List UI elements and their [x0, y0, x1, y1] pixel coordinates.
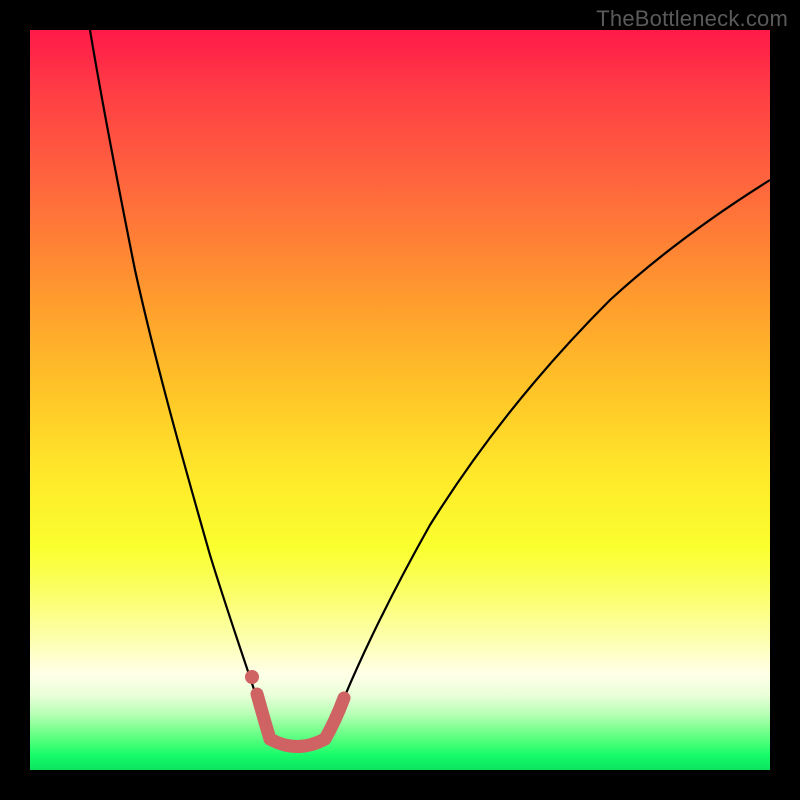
- plot-frame: [30, 30, 770, 770]
- highlight-group: [245, 670, 344, 747]
- highlight-dot: [245, 670, 259, 684]
- highlight-left-stroke: [257, 694, 270, 739]
- chart-svg: [30, 30, 770, 770]
- curve-group: [90, 30, 770, 747]
- highlight-arc-stroke: [270, 739, 325, 747]
- left-branch: [90, 30, 270, 739]
- right-branch: [325, 180, 770, 739]
- highlight-right-stroke: [325, 698, 344, 739]
- watermark-text: TheBottleneck.com: [596, 6, 788, 32]
